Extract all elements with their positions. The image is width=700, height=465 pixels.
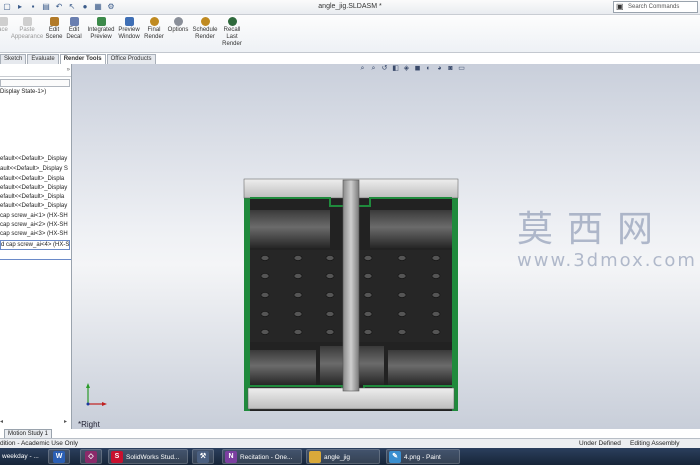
final-render-icon [149, 17, 159, 26]
edit-scene-icon [49, 17, 59, 26]
taskbar-onenote-label: Recitation - One... [240, 454, 293, 461]
tree-item[interactable]: efault<<Default>_Display [0, 184, 67, 192]
paint-icon: ✎ [389, 451, 401, 464]
solidworks-icon: S [111, 451, 123, 464]
tab-render-tools[interactable]: Render Tools [59, 54, 106, 64]
taskbar-item-weekday[interactable]: weekday - ... [2, 449, 39, 464]
taskbar-weekday-label: weekday - ... [2, 453, 39, 460]
view-name-label: *Right [78, 420, 100, 429]
windows-taskbar: weekday - ... W ◇ S SolidWorks Stud... ⚒ … [0, 448, 700, 465]
render-options-label: Options [167, 27, 189, 33]
definition-status: Under Defined [579, 440, 621, 447]
onenote-icon: N [225, 451, 237, 464]
preview-window-button[interactable]: Preview Window [117, 17, 141, 41]
taskbar-item-folder[interactable]: angle_jig [306, 449, 380, 464]
tree-item[interactable]: cap screw_ai<1> (HX-SH [0, 212, 68, 220]
app-icon: ◇ [85, 451, 97, 463]
search-placeholder: Search Commands [628, 4, 680, 10]
taskbar-item-app[interactable]: ◇ [80, 449, 102, 464]
tree-item[interactable]: efault<<Default>_Displa [0, 193, 64, 201]
schedule-render-button[interactable]: Schedule Render [191, 17, 219, 41]
watermark-chinese-text: 莫西网 [517, 209, 668, 250]
render-options-button[interactable]: Options [167, 17, 189, 34]
tree-divider [0, 259, 71, 260]
final-render-button[interactable]: Final Render [143, 17, 165, 41]
preview-window-label: Preview Window [118, 27, 140, 40]
document-title: angle_jig.SLDASM * [318, 3, 382, 10]
reference-triad-icon [86, 383, 107, 406]
tree-item[interactable]: cap screw_ai<3> (HX-SH [0, 230, 68, 238]
recall-last-render-button[interactable]: Recall Last Render [221, 17, 243, 48]
upper-left-roller[interactable] [250, 210, 330, 248]
clock-icon [200, 17, 210, 26]
edit-scene-button[interactable]: Edit Scene [45, 17, 63, 41]
watermark-url-text: www.3dmox.com [517, 250, 697, 271]
scroll-left-arrow-icon[interactable]: ◂ [0, 418, 3, 425]
upper-right-roller[interactable] [370, 210, 452, 248]
taskbar-paint-label: 4.png - Paint [404, 454, 441, 461]
paste-appearance-icon [22, 17, 32, 26]
search-commands-input[interactable]: ▣ Search Commands [613, 1, 698, 13]
edit-decal-label: Edit Decal [66, 27, 82, 40]
hammer-icon: ⚒ [197, 451, 209, 463]
edit-decal-button[interactable]: Edit Decal [65, 17, 83, 41]
recall-render-icon [227, 17, 237, 26]
tree-item[interactable]: efault<<Default>_Display [0, 202, 67, 210]
tree-item-display-state[interactable]: Display State-1>) [0, 88, 46, 96]
tab-sketch[interactable]: Sketch [0, 54, 27, 64]
editing-mode-status: Editing Assembly [630, 440, 680, 447]
paste-appearance-button[interactable]: Paste Appearance [10, 17, 44, 41]
tree-item[interactable]: ault<<Default>_Display S [0, 165, 68, 173]
edit-scene-label: Edit Scene [45, 27, 63, 40]
folder-icon [309, 451, 321, 464]
word-icon: W [53, 451, 65, 463]
tree-item[interactable]: efault<<Default>_Displa [0, 175, 64, 183]
edit-decal-icon [69, 17, 79, 26]
feature-manager-tree: » Display State-1>) efault<<Default>_Dis… [0, 64, 72, 429]
preview-window-icon [124, 17, 134, 26]
left-rail[interactable] [244, 196, 250, 411]
search-icon: ▣ [616, 2, 624, 11]
lower-right-roller[interactable] [388, 350, 452, 385]
appearance-icon [0, 17, 8, 26]
integrated-preview-icon [96, 17, 106, 26]
schedule-render-label: Schedule Render [192, 27, 218, 40]
expand-panel-icon[interactable]: » [67, 67, 70, 73]
right-rail[interactable] [452, 196, 458, 411]
tree-header: » [0, 67, 71, 77]
paste-appearance-label: Paste Appearance [10, 27, 44, 40]
tree-filter-field[interactable] [0, 79, 70, 87]
taskbar-item-solidworks[interactable]: S SolidWorks Stud... [108, 449, 188, 464]
taskbar-item-onenote[interactable]: N Recitation - One... [222, 449, 302, 464]
taskbar-item-tool[interactable]: ⚒ [192, 449, 214, 464]
appearance-button[interactable]: ace [0, 17, 10, 34]
command-tabs: Sketch Evaluate Render Tools Office Prod… [0, 54, 157, 64]
watermark: 莫西网 www.3dmox.com [517, 200, 697, 271]
taskbar-item-paint[interactable]: ✎ 4.png - Paint [386, 449, 460, 464]
tab-evaluate[interactable]: Evaluate [27, 54, 59, 64]
status-bar: dition - Academic Use Only Under Defined… [0, 438, 700, 448]
final-render-label: Final Render [144, 27, 164, 40]
tree-item[interactable]: efault<<Default>_Display [0, 155, 67, 163]
taskbar-folder-label: angle_jig [324, 454, 351, 461]
tab-office-products[interactable]: Office Products [106, 54, 156, 64]
title-bar: ▢ ▸ ▪ ▤ ↶ ↖ ● ▦ ⚙ angle_jig.SLDASM * ▣ S… [0, 0, 700, 15]
integrated-preview-button[interactable]: Integrated Preview [85, 17, 117, 41]
graphics-viewport[interactable]: ⌕ ⌕ ↺ ◧ ◈ ◼ ◐ ◕ ◙ ▭ 莫西网 www.3dmox.com *R… [72, 64, 700, 429]
tree-item[interactable]: cap screw_ai<2> (HX-SH [0, 221, 68, 229]
integrated-preview-label: Integrated Preview [87, 27, 115, 40]
tree-item-selected[interactable]: d cap screw_ai<4> (HX-S [0, 240, 71, 250]
taskbar-item-word[interactable]: W [48, 449, 70, 464]
taskbar-solidworks-label: SolidWorks Stud... [126, 454, 180, 461]
scroll-right-arrow-icon[interactable]: ▸ [64, 418, 67, 425]
edition-status: dition - Academic Use Only [0, 440, 79, 447]
command-manager-ribbon: ace Paste Appearance Edit Scene Edit Dec… [0, 15, 700, 53]
lower-left-roller[interactable] [250, 350, 316, 385]
center-post[interactable] [342, 179, 360, 392]
gear-icon [173, 17, 183, 26]
appearance-label: ace [0, 27, 8, 33]
recall-last-render-label: Recall Last Render [222, 27, 242, 47]
